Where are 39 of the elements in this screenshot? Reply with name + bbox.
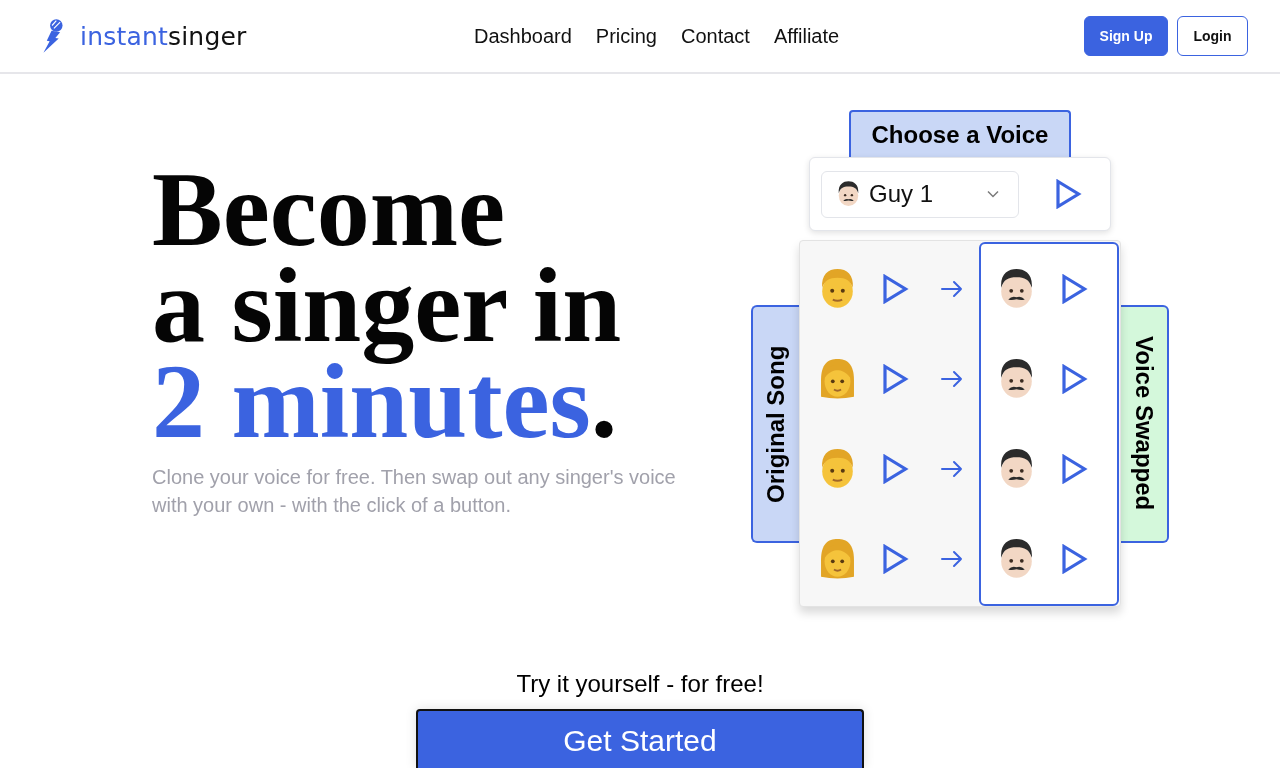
mustache-man-face-icon <box>1000 448 1033 489</box>
man-face-icon <box>821 268 854 309</box>
cta-prompt: Try it yourself - for free! <box>516 669 764 699</box>
microphone-icon <box>42 18 63 54</box>
play-icon[interactable] <box>883 543 909 574</box>
nav-link[interactable]: Affiliate <box>773 24 840 48</box>
play-icon[interactable] <box>1062 453 1088 484</box>
nav-link[interactable]: Dashboard <box>474 24 572 48</box>
column-heading: Original Song <box>751 304 799 543</box>
mustache-man-face-icon <box>1000 358 1033 399</box>
woman-face-icon <box>821 538 854 579</box>
play-icon[interactable] <box>883 453 909 484</box>
arrow-right-icon <box>941 459 963 478</box>
mustache-man-face-icon <box>1000 538 1033 579</box>
play-icon[interactable] <box>1062 273 1088 304</box>
mustache-man-face-icon <box>1000 268 1033 309</box>
play-icon[interactable] <box>1056 179 1082 209</box>
arrow-right-icon <box>941 549 963 568</box>
logo-text: instantsinger <box>80 21 247 51</box>
play-icon[interactable] <box>883 273 909 304</box>
arrow-right-icon <box>941 279 963 298</box>
login-button[interactable]: Login <box>1177 16 1248 56</box>
mustache-man-face-icon <box>838 181 859 207</box>
headline: Become a singer in 2 minutes. <box>152 162 623 450</box>
man-face-icon <box>821 448 854 489</box>
column-heading: Voice Swapped <box>1121 304 1169 543</box>
get-started-button[interactable]: Get Started <box>416 709 864 768</box>
nav-link[interactable]: Contact <box>681 24 750 48</box>
arrow-right-icon <box>941 369 963 388</box>
nav-link[interactable]: Pricing <box>595 24 657 48</box>
play-icon[interactable] <box>883 363 909 394</box>
voice-heading: Choose a Voice <box>849 110 1071 157</box>
woman-face-icon <box>821 358 854 399</box>
play-icon[interactable] <box>1062 543 1088 574</box>
subtitle: Clone your voice for free. Then swap out any singer's voice with your own - with the click of a button. <box>152 465 677 518</box>
play-icon[interactable] <box>1062 363 1088 394</box>
sign-up-button[interactable]: Sign Up <box>1084 16 1168 56</box>
voice-select[interactable]: Guy 1 <box>821 170 1019 218</box>
chevron-down-icon <box>987 190 999 198</box>
